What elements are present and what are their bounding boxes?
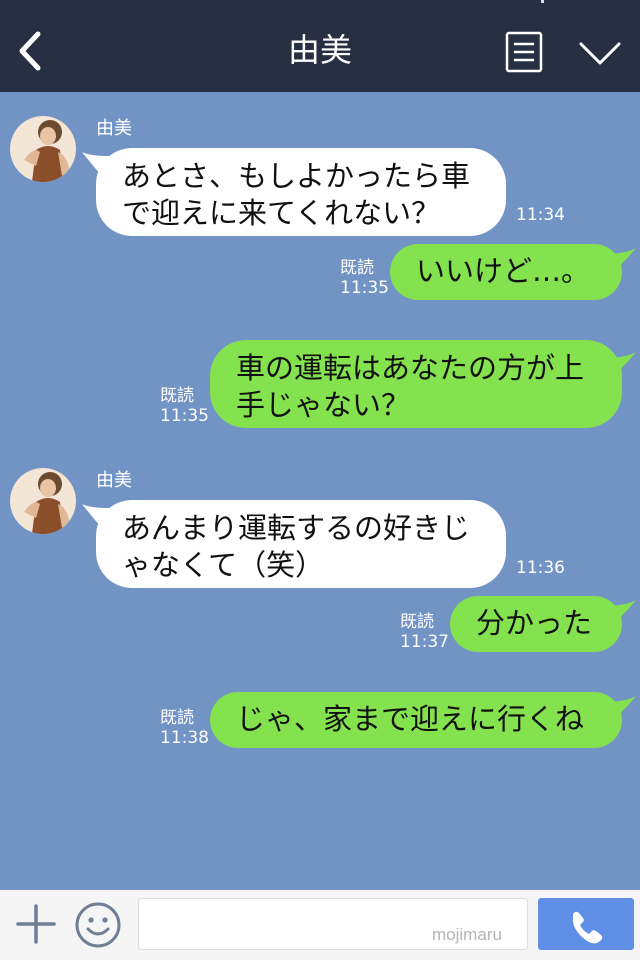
status-mark: [541, 0, 544, 3]
message-bubble[interactable]: じゃ、家まで迎えに行くね: [210, 692, 622, 748]
message-time: 11:36: [516, 558, 565, 578]
read-label: 既読: [400, 612, 434, 632]
message-line: で迎えに来てくれない？: [122, 196, 441, 230]
read-receipt: 既読 11:37: [400, 612, 449, 652]
bubble-tail: [604, 600, 636, 624]
message-line: あとさ、もしよかったら車: [122, 159, 471, 193]
message-text: いいけど…。: [416, 253, 590, 290]
call-button[interactable]: [538, 898, 634, 950]
read-receipt: 既読 11:35: [160, 386, 209, 426]
message-bubble[interactable]: あんまり運転するの好きじ ゃなくて（笑）: [96, 500, 506, 588]
message-line: 車の運転はあなたの方が上: [236, 351, 585, 385]
message-time: 11:35: [160, 406, 209, 426]
message-text: 車の運転はあなたの方が上 手じゃない？: [236, 350, 584, 424]
message-line: あんまり運転するの好きじ: [122, 511, 471, 545]
menu-button[interactable]: [504, 30, 544, 74]
chat-header: 由美: [0, 0, 640, 92]
emoji-button[interactable]: [74, 901, 122, 949]
back-button[interactable]: [12, 24, 52, 76]
input-bar: mojimaru: [0, 890, 640, 960]
bubble-tail: [604, 352, 636, 376]
message-line: ゃなくて（笑）: [122, 548, 325, 582]
chevron-down-icon: [579, 42, 621, 65]
avatar-photo: [10, 468, 76, 534]
message-text: あとさ、もしよかったら車 で迎えに来てくれない？: [122, 158, 470, 232]
message-line: 分かった: [476, 606, 593, 640]
message-text: あんまり運転するの好きじ ゃなくて（笑）: [122, 510, 470, 584]
read-label: 既読: [160, 386, 194, 406]
message-bubble[interactable]: あとさ、もしよかったら車 で迎えに来てくれない？: [96, 148, 506, 236]
smiley-icon: [75, 902, 121, 948]
avatar[interactable]: [10, 116, 76, 182]
sender-name: 由美: [96, 470, 132, 491]
sender-name: 由美: [96, 118, 132, 139]
message-bubble[interactable]: 分かった: [450, 596, 622, 652]
list-icon: [505, 31, 543, 73]
read-label: 既読: [340, 258, 374, 278]
chat-area[interactable]: 由美 あとさ、もしよかったら車 で迎えに来てくれない？ 11:34 既読 11:…: [0, 92, 640, 890]
read-receipt: 既読 11:35: [340, 258, 389, 298]
message-bubble[interactable]: いいけど…。: [390, 244, 622, 300]
message-time: 11:37: [400, 632, 449, 652]
message-input[interactable]: [138, 898, 528, 950]
contact-name-title: 由美: [287, 31, 352, 69]
plus-icon: [16, 904, 56, 944]
read-label: 既読: [160, 708, 194, 728]
chevron-left-icon: [19, 31, 41, 71]
message-text: 分かった: [476, 605, 592, 642]
message-bubble[interactable]: 車の運転はあなたの方が上 手じゃない？: [210, 340, 622, 428]
message-line: 手じゃない？: [236, 388, 411, 422]
message-time: 11:38: [160, 728, 209, 748]
message-time: 11:35: [340, 278, 389, 298]
message-line: いいけど…。: [416, 254, 591, 288]
plus-button[interactable]: [14, 902, 58, 946]
bubble-tail: [604, 248, 636, 272]
bubble-tail: [604, 696, 636, 720]
avatar[interactable]: [10, 468, 76, 534]
message-line: じゃ、家まで迎えに行くね: [236, 702, 585, 736]
phone-icon: [572, 911, 603, 944]
avatar-photo: [10, 116, 76, 182]
collapse-button[interactable]: [576, 36, 624, 70]
message-text: じゃ、家まで迎えに行くね: [236, 701, 584, 738]
read-receipt: 既読 11:38: [160, 708, 209, 748]
message-time: 11:34: [516, 205, 565, 225]
